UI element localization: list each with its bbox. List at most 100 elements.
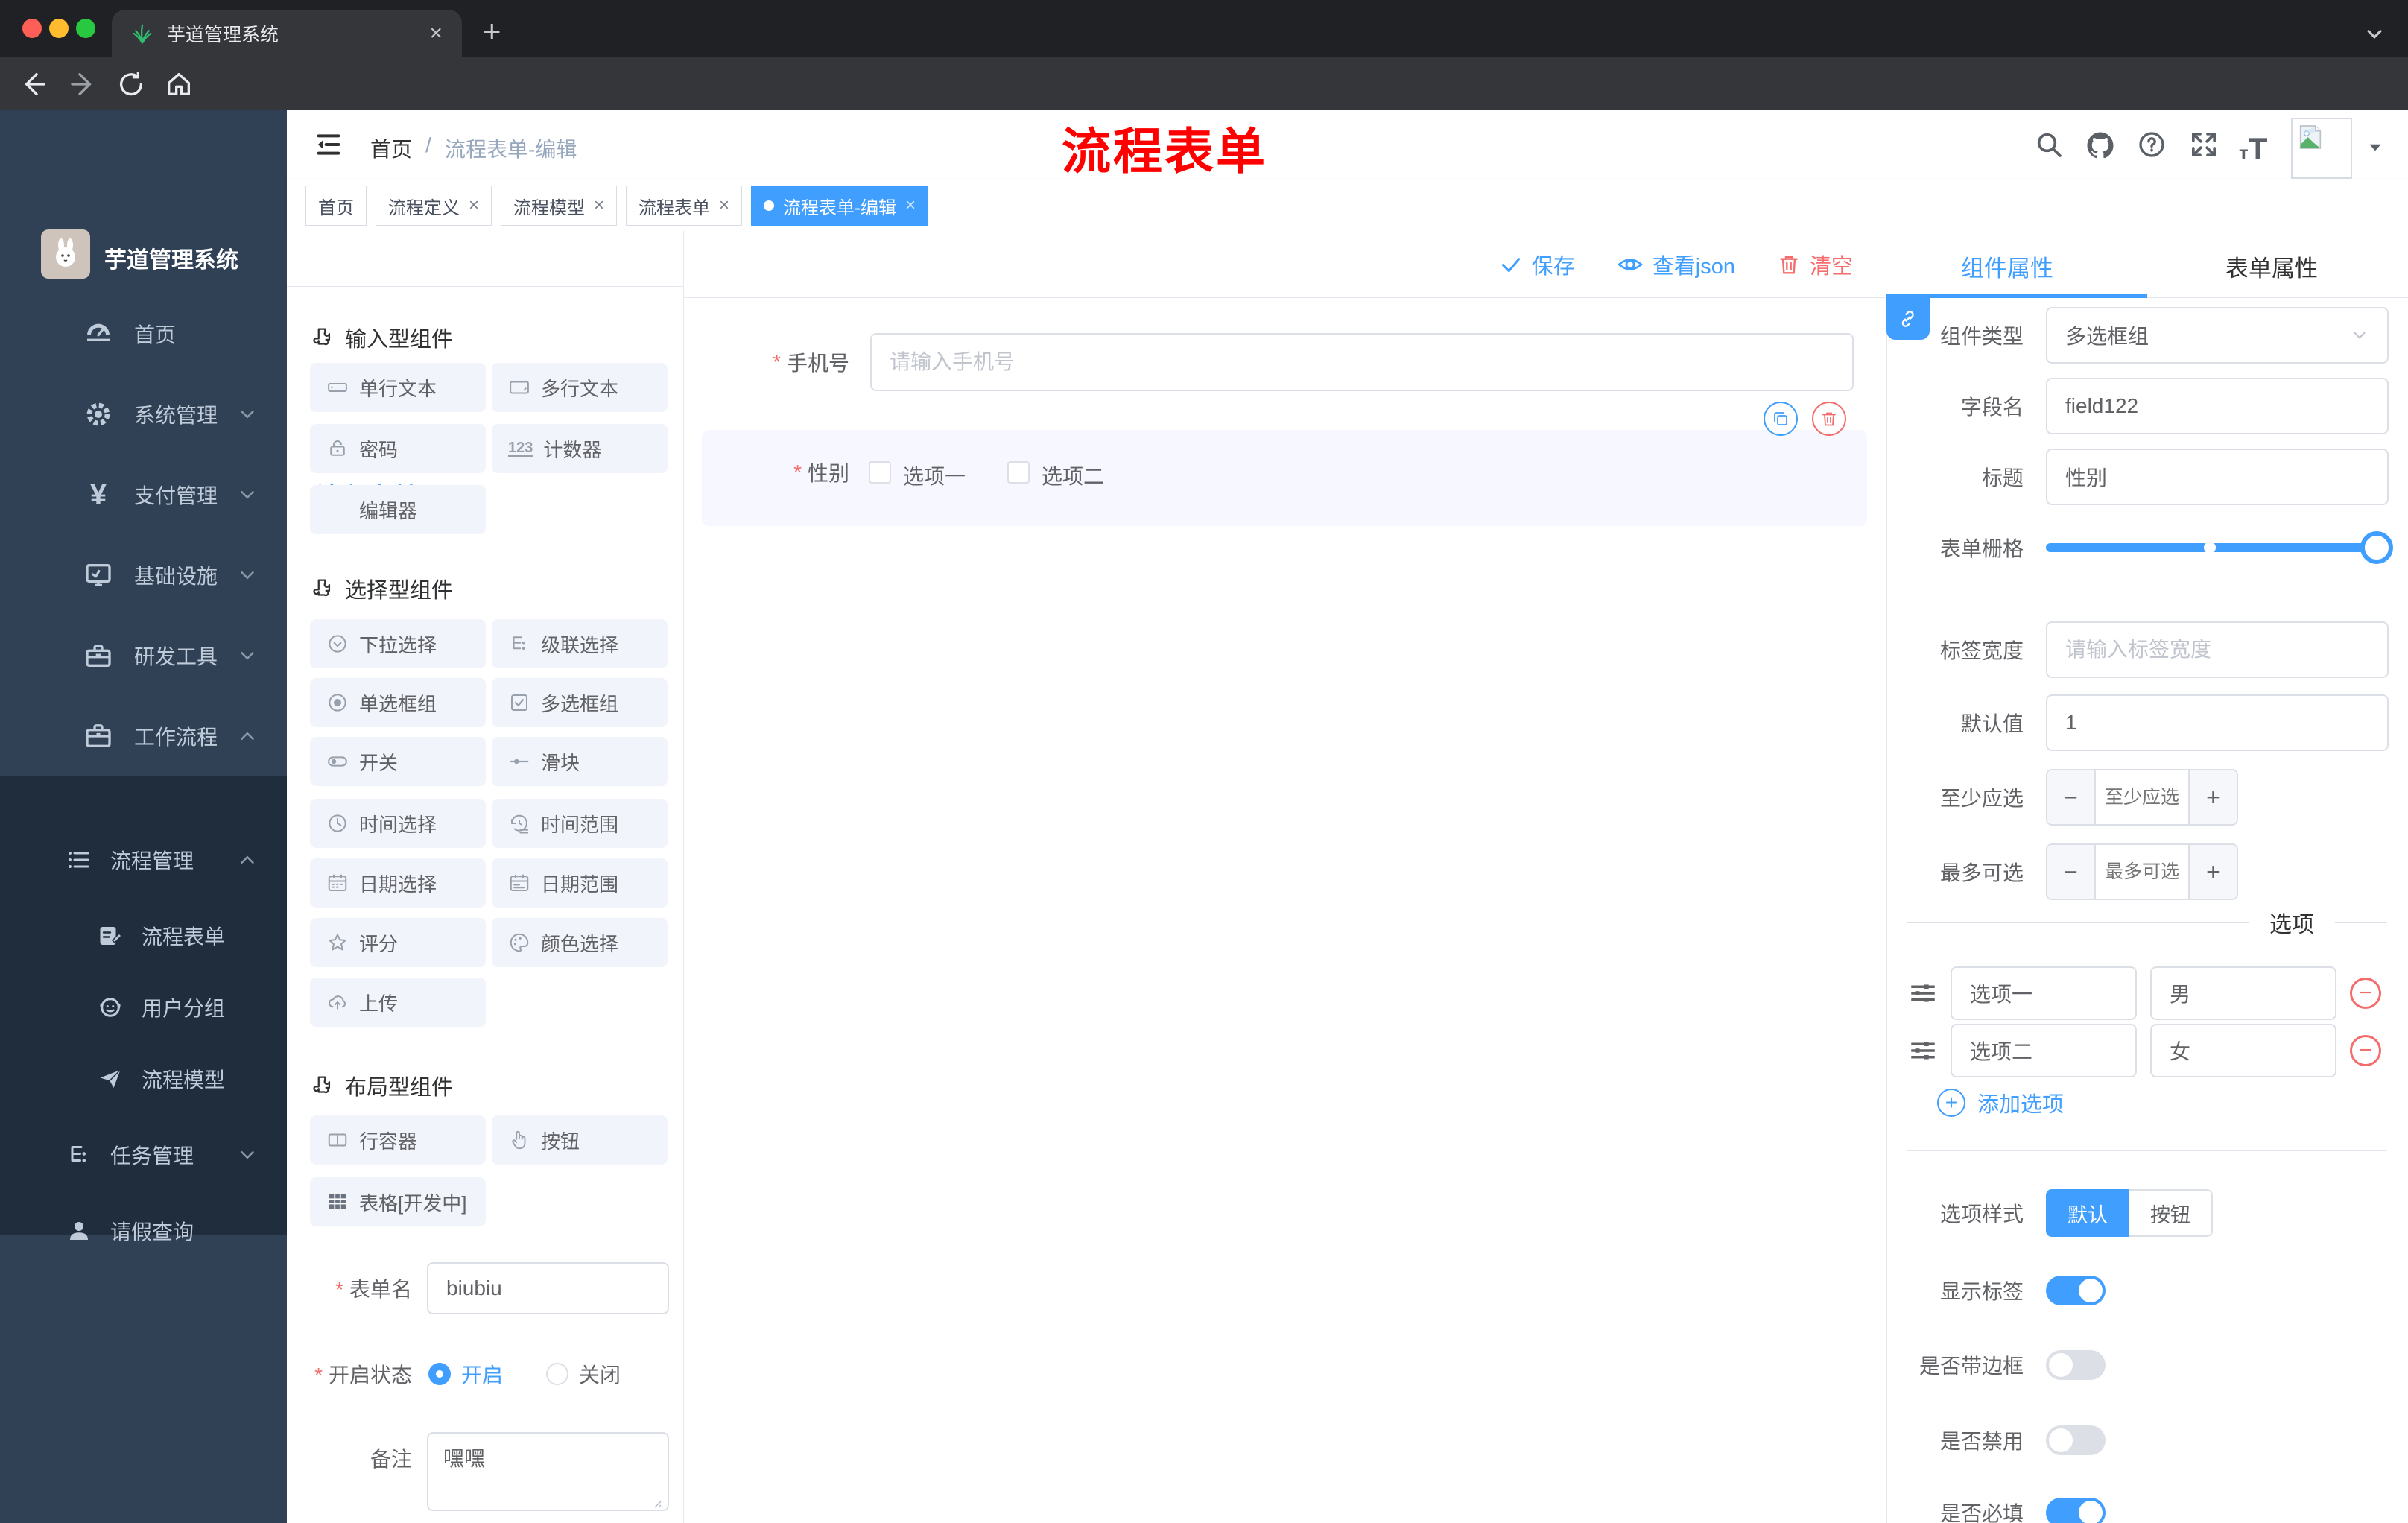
sidebar-item-leave-query[interactable]: 请假查询 xyxy=(0,1191,287,1271)
delete-field-button[interactable] xyxy=(1812,402,1846,436)
sidebar-item-devtools[interactable]: 研发工具 xyxy=(0,615,287,696)
sidebar-item-home[interactable]: 首页 xyxy=(0,294,287,374)
help-question-icon[interactable] xyxy=(2137,130,2167,159)
gender-option1-label[interactable]: 选项一 xyxy=(903,460,966,490)
radio-off-unchecked[interactable] xyxy=(546,1363,569,1385)
textarea-resize-handle[interactable] xyxy=(650,1497,662,1509)
palette-item-date-range[interactable]: 日期范围 xyxy=(492,858,668,908)
new-tab-button[interactable]: + xyxy=(483,13,501,49)
sidebar-item-infrastructure[interactable]: 基础设施 xyxy=(0,535,287,615)
forward-icon[interactable] xyxy=(69,69,98,99)
disabled-switch[interactable] xyxy=(2046,1425,2106,1455)
palette-item-editor[interactable]: 编辑器 xyxy=(310,485,486,534)
phone-input[interactable] xyxy=(870,333,1854,391)
title-input[interactable] xyxy=(2046,449,2389,505)
gender-option2-checkbox[interactable] xyxy=(1007,461,1030,484)
radio-on-checked[interactable] xyxy=(428,1363,451,1385)
palette-item-time-range[interactable]: 时间范围 xyxy=(492,799,668,848)
sidebar-item-user-group[interactable]: 用户分组 xyxy=(0,967,287,1048)
palette-item-time-picker[interactable]: 时间选择 xyxy=(310,799,486,848)
avatar-caret-icon[interactable] xyxy=(2366,137,2385,156)
stepper-plus-button[interactable]: + xyxy=(2188,770,2237,824)
traffic-close-button[interactable] xyxy=(22,19,42,38)
palette-item-cascader[interactable]: 级联选择 xyxy=(492,619,668,668)
view-json-button[interactable]: 查看json xyxy=(1617,249,1735,280)
sidebar-item-process-model[interactable]: 流程模型 xyxy=(0,1039,287,1119)
min-select-input[interactable] xyxy=(2096,785,2188,809)
remove-option-button[interactable]: − xyxy=(2350,1035,2381,1066)
tab-form-props[interactable]: 表单属性 xyxy=(2225,250,2318,283)
palette-item-switch[interactable]: 开关 xyxy=(310,737,486,786)
sidebar-item-workflow[interactable]: 工作流程 xyxy=(0,696,287,776)
tag-close-icon[interactable]: × xyxy=(594,195,604,216)
stepper-minus-button[interactable]: − xyxy=(2047,770,2096,824)
fullscreen-icon[interactable] xyxy=(2189,130,2219,159)
required-switch[interactable] xyxy=(2046,1498,2106,1523)
palette-item-table[interactable]: 表格[开发中] xyxy=(310,1177,486,1226)
remove-option-button[interactable]: − xyxy=(2350,978,2381,1009)
gender-option1-checkbox[interactable] xyxy=(869,461,891,484)
tag-close-icon[interactable]: × xyxy=(469,195,479,216)
stepper-plus-button[interactable]: + xyxy=(2188,845,2237,899)
palette-item-select[interactable]: 下拉选择 xyxy=(310,619,486,668)
clear-button[interactable]: 清空 xyxy=(1777,249,1853,280)
max-select-input[interactable] xyxy=(2096,860,2188,884)
tag-process-form[interactable]: 流程表单 × xyxy=(626,186,743,226)
tag-process-form-edit[interactable]: 流程表单-编辑 × xyxy=(751,186,929,226)
tab-close-icon[interactable]: × xyxy=(429,21,443,46)
option-value-input[interactable] xyxy=(2150,966,2336,1020)
sidebar-item-task-management[interactable]: 任务管理 xyxy=(0,1115,287,1195)
traffic-minimize-button[interactable] xyxy=(49,19,69,38)
text-size-icon[interactable]: тT xyxy=(2239,131,2267,167)
palette-item-single-text[interactable]: 单行文本 xyxy=(310,363,486,412)
label-width-input[interactable] xyxy=(2046,621,2389,678)
show-label-switch[interactable] xyxy=(2046,1276,2106,1305)
palette-item-button[interactable]: 按钮 xyxy=(492,1115,668,1165)
stepper-minus-button[interactable]: − xyxy=(2047,845,2096,899)
palette-item-upload[interactable]: 上传 xyxy=(310,978,486,1027)
border-switch[interactable] xyxy=(2046,1350,2106,1380)
collapse-menu-icon[interactable] xyxy=(314,130,343,159)
search-icon[interactable] xyxy=(2034,130,2064,159)
tabstrip-chevron-icon[interactable] xyxy=(2360,19,2389,48)
gender-option2-label[interactable]: 选项二 xyxy=(1042,460,1104,490)
tag-close-icon[interactable]: × xyxy=(719,195,729,216)
palette-item-date-picker[interactable]: 日期选择 xyxy=(310,858,486,908)
tag-process-model[interactable]: 流程模型 × xyxy=(501,186,618,226)
sidebar-item-payment[interactable]: ¥ 支付管理 xyxy=(0,455,287,535)
back-icon[interactable] xyxy=(18,69,48,99)
save-button[interactable]: 保存 xyxy=(1499,249,1575,280)
radio-off-label[interactable]: 关闭 xyxy=(579,1359,621,1389)
add-option-button[interactable]: + 添加选项 xyxy=(1937,1086,2064,1119)
breadcrumb-home[interactable]: 首页 xyxy=(370,133,412,163)
style-button-button[interactable]: 按钮 xyxy=(2129,1189,2213,1237)
tag-home[interactable]: 首页 xyxy=(305,186,367,226)
radio-on-label[interactable]: 开启 xyxy=(461,1359,503,1389)
github-icon[interactable] xyxy=(2085,130,2116,161)
reload-icon[interactable] xyxy=(116,69,146,99)
drag-handle-icon[interactable] xyxy=(1907,1035,1939,1066)
sidebar-item-process-management[interactable]: 流程管理 xyxy=(0,820,287,900)
traffic-zoom-button[interactable] xyxy=(76,19,95,38)
avatar[interactable] xyxy=(2291,118,2352,179)
form-name-input[interactable] xyxy=(427,1262,669,1314)
palette-item-rate[interactable]: 评分 xyxy=(310,918,486,967)
style-default-button[interactable]: 默认 xyxy=(2046,1189,2129,1237)
tag-process-definition[interactable]: 流程定义 × xyxy=(376,186,492,226)
drag-handle-icon[interactable] xyxy=(1907,978,1939,1009)
form-remark-textarea[interactable]: 嘿嘿 xyxy=(427,1432,669,1511)
tag-close-icon[interactable]: × xyxy=(905,195,916,216)
grid-slider-track[interactable] xyxy=(2046,531,2393,564)
home-icon[interactable] xyxy=(164,69,194,99)
type-select[interactable]: 多选框组 xyxy=(2046,307,2389,364)
browser-tab[interactable]: 芋道管理系统 × xyxy=(112,10,462,57)
palette-item-checkbox-group[interactable]: 多选框组 xyxy=(492,678,668,727)
option-label-input[interactable] xyxy=(1951,966,2137,1020)
palette-item-radio-group[interactable]: 单选框组 xyxy=(310,678,486,727)
palette-item-row-container[interactable]: 行容器 xyxy=(310,1115,486,1165)
palette-item-counter[interactable]: 123 计数器 xyxy=(492,424,668,473)
sidebar-item-system[interactable]: 系统管理 xyxy=(0,374,287,455)
grid-slider-handle[interactable] xyxy=(2360,531,2393,564)
palette-item-password[interactable]: 密码 xyxy=(310,424,486,473)
field-name-input[interactable] xyxy=(2046,378,2389,434)
